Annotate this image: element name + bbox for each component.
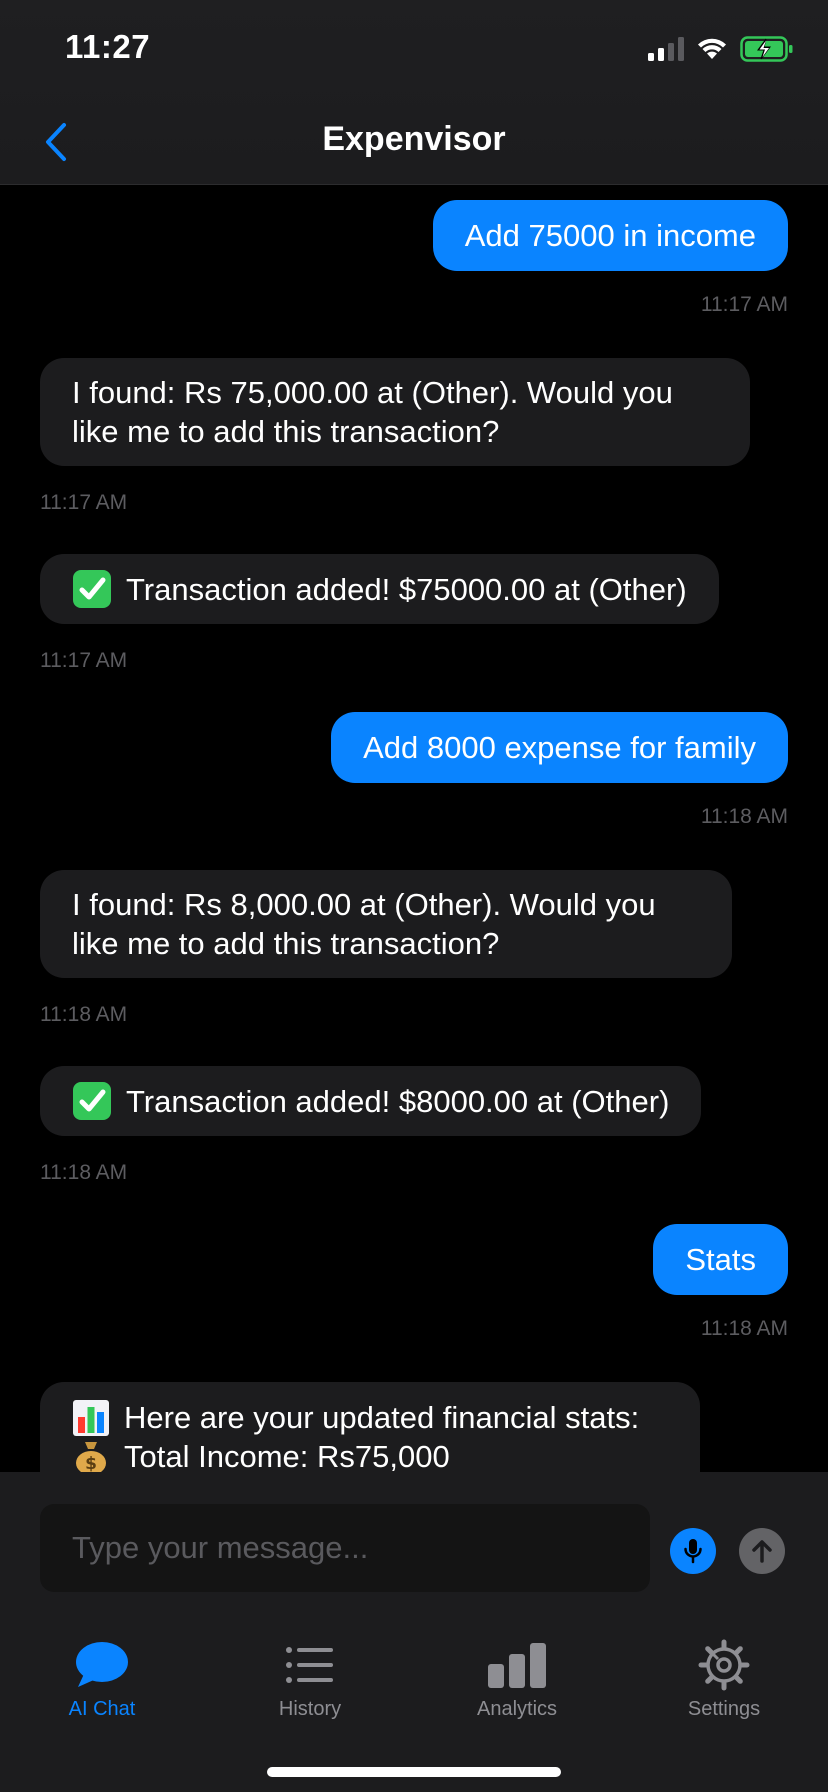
message-text: Total Income: Rs75,000 [124, 1439, 450, 1472]
message-text-line: like me to add this transaction? [72, 926, 500, 961]
message-text-line: I found: Rs 8,000.00 at (Other). Would y… [72, 887, 656, 922]
tab-settings[interactable]: Settings [644, 1636, 804, 1736]
list-icon [285, 1636, 335, 1694]
bot-message-bubble: Transaction added! $75000.00 at (Other) [40, 554, 719, 624]
tab-label: History [278, 1698, 342, 1720]
tab-ai-chat[interactable]: AI Chat [22, 1636, 182, 1736]
check-mark-icon [72, 569, 112, 609]
microphone-icon [684, 1539, 702, 1564]
tab-bar: AI Chat History Analytics Settings [0, 1608, 828, 1792]
cellular-signal-icon [648, 37, 684, 61]
chat-bubble-icon [74, 1636, 130, 1694]
bar-chart-icon [487, 1636, 547, 1694]
bot-message-bubble: I found: Rs 8,000.00 at (Other). Would y… [40, 870, 732, 978]
user-message-bubble: Stats [653, 1224, 788, 1295]
check-mark-icon [72, 1081, 112, 1121]
message-text: Add 75000 in income [464, 218, 756, 253]
message-text: Transaction added! $75000.00 at (Other) [126, 571, 687, 607]
microphone-button[interactable] [670, 1528, 716, 1574]
svg-text:$: $ [85, 1454, 97, 1473]
tab-label: Settings [687, 1698, 761, 1720]
message-timestamp: 11:18 AM [40, 1161, 128, 1184]
screen: 11:27 Expenvisor Add 75000 in income 11:… [0, 0, 828, 1792]
bar-chart-icon [72, 1399, 110, 1437]
page-title: Expenvisor [322, 120, 506, 158]
wifi-icon [698, 38, 726, 59]
status-time: 11:27 [65, 28, 151, 65]
message-text: Transaction added! $8000.00 at (Other) [126, 1083, 670, 1119]
send-button[interactable] [739, 1528, 785, 1574]
tab-label: Analytics [476, 1698, 558, 1720]
message-timestamp: 11:18 AM [700, 805, 788, 828]
message-text: Add 8000 expense for family [363, 730, 756, 765]
tab-analytics[interactable]: Analytics [437, 1636, 597, 1736]
chat-area[interactable]: Add 75000 in income 11:17 AM I found: Rs… [0, 186, 828, 1472]
message-timestamp: 11:17 AM [40, 649, 128, 672]
message-text-line: I found: Rs 75,000.00 at (Other). Would … [72, 375, 673, 410]
nav-header: 11:27 Expenvisor [0, 0, 828, 185]
bot-message-bubble: I found: Rs 75,000.00 at (Other). Would … [40, 358, 750, 466]
battery-charging-icon [740, 36, 793, 62]
gear-icon [698, 1636, 750, 1694]
user-message-bubble: Add 75000 in income [432, 200, 788, 271]
home-indicator [267, 1767, 561, 1777]
message-timestamp: 11:17 AM [40, 491, 128, 514]
stats-line: $ Total Income: Rs75,000 [72, 1437, 450, 1472]
message-timestamp: 11:18 AM [700, 1317, 788, 1340]
message-text: Here are your updated financial stats: [124, 1400, 640, 1435]
message-timestamp: 11:17 AM [700, 293, 788, 316]
arrow-up-icon [752, 1540, 772, 1563]
tab-history[interactable]: History [230, 1636, 390, 1736]
money-bag-icon: $ [72, 1438, 110, 1473]
status-icons [648, 36, 794, 62]
message-text: Stats [685, 1242, 756, 1277]
message-timestamp: 11:18 AM [40, 1003, 128, 1026]
message-input[interactable] [40, 1504, 650, 1592]
bot-message-bubble: Transaction added! $8000.00 at (Other) [40, 1066, 702, 1136]
bot-message-bubble: Here are your updated financial stats: $… [40, 1382, 700, 1472]
stats-line: Here are your updated financial stats: [72, 1398, 639, 1437]
tab-label: AI Chat [68, 1698, 136, 1720]
message-text-line: like me to add this transaction? [72, 414, 500, 449]
user-message-bubble: Add 8000 expense for family [331, 712, 788, 783]
